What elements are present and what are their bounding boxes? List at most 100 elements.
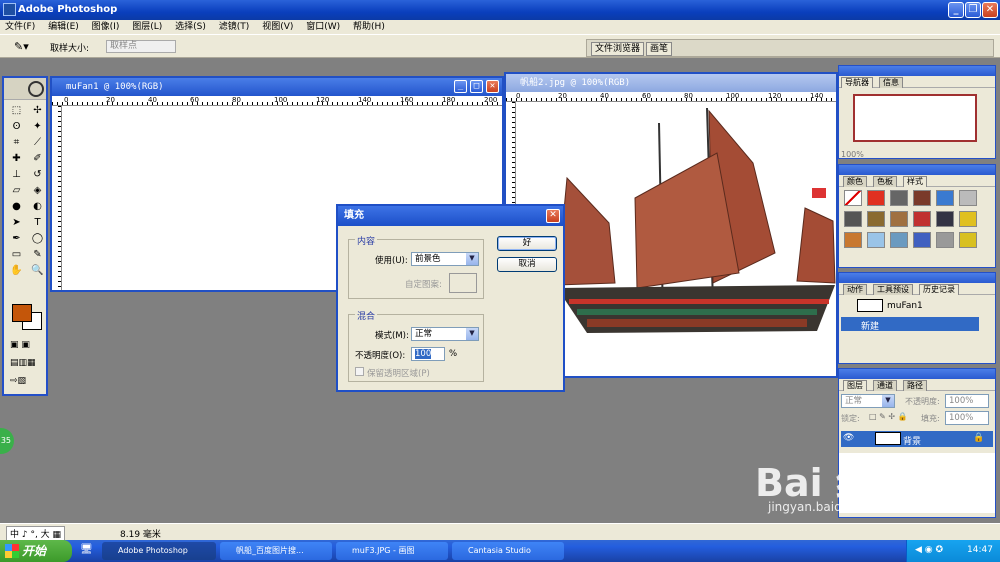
mode-select[interactable]: 正常 ▼ bbox=[411, 327, 479, 341]
menu-help[interactable]: 帮助(H) bbox=[348, 20, 390, 34]
sample-size-select[interactable]: 取样点 bbox=[106, 40, 176, 53]
menu-view[interactable]: 视图(V) bbox=[257, 20, 298, 34]
tab-tool-presets[interactable]: 工具预设 bbox=[873, 284, 913, 295]
task-paint[interactable]: muF3.JPG - 画图 bbox=[336, 542, 448, 560]
custom-pattern-picker[interactable] bbox=[449, 273, 477, 293]
tab-file-browser[interactable]: 文件浏览器 bbox=[591, 42, 645, 56]
blur-icon[interactable]: ● bbox=[7, 199, 26, 214]
start-button[interactable]: 开始 bbox=[0, 540, 72, 562]
brush-icon[interactable]: ✐ bbox=[28, 151, 47, 166]
style-swatch[interactable] bbox=[959, 211, 977, 227]
ok-button[interactable]: 好 bbox=[497, 236, 557, 251]
bucket-icon[interactable]: ◈ bbox=[28, 183, 47, 198]
task-camtasia[interactable]: Cantasia Studio bbox=[452, 542, 564, 560]
tab-swatches[interactable]: 色板 bbox=[873, 176, 897, 187]
shape-icon[interactable]: ◯ bbox=[28, 231, 47, 246]
eyedropper-icon[interactable]: ✎▾ bbox=[14, 40, 29, 53]
move-icon[interactable]: ✢ bbox=[28, 103, 47, 118]
task-photoshop[interactable]: Adobe Photoshop bbox=[102, 542, 216, 560]
style-swatch[interactable] bbox=[936, 190, 954, 206]
stamp-icon[interactable]: ⊥ bbox=[7, 167, 26, 182]
cancel-button[interactable]: 取消 bbox=[497, 257, 557, 272]
quick-mask-icon[interactable]: ▣ ▣ bbox=[10, 340, 44, 352]
ime-toolbar[interactable]: 中 ♪ °, 大 ▦ bbox=[6, 526, 66, 541]
restore-button[interactable]: ❐ bbox=[965, 2, 981, 18]
layer-blend-select[interactable]: 正常 ▼ bbox=[841, 394, 895, 408]
style-swatch[interactable] bbox=[844, 211, 862, 227]
type-icon[interactable]: T bbox=[28, 215, 47, 230]
clock[interactable]: 14:47 bbox=[967, 545, 993, 555]
hand-icon[interactable]: ✋ bbox=[7, 263, 26, 278]
tray-icons[interactable]: ◀ ◉ ✪ bbox=[915, 545, 943, 555]
slice-icon[interactable]: ⟋ bbox=[28, 135, 47, 150]
doc-minimize-button[interactable]: _ bbox=[454, 80, 467, 93]
style-swatch[interactable] bbox=[913, 211, 931, 227]
minimize-button[interactable]: _ bbox=[948, 2, 964, 18]
style-swatch[interactable] bbox=[867, 232, 885, 248]
doc-maximize-button[interactable]: □ bbox=[470, 80, 483, 93]
menu-select[interactable]: 选择(S) bbox=[170, 20, 211, 34]
tab-history[interactable]: 历史记录 bbox=[919, 284, 959, 295]
menu-filter[interactable]: 滤镜(T) bbox=[214, 20, 255, 34]
menu-layer[interactable]: 图层(L) bbox=[127, 20, 167, 34]
history-snapshot[interactable]: muFan1 bbox=[841, 299, 993, 313]
photoshop-app-icon[interactable] bbox=[3, 3, 16, 16]
style-swatch[interactable] bbox=[936, 232, 954, 248]
style-swatch[interactable] bbox=[844, 190, 862, 206]
eyedropper-tool-icon[interactable]: ✎ bbox=[28, 247, 47, 262]
style-swatch[interactable] bbox=[959, 190, 977, 206]
dodge-icon[interactable]: ◐ bbox=[28, 199, 47, 214]
marquee-icon[interactable]: ⬚ bbox=[7, 103, 26, 118]
tab-navigator[interactable]: 导航器 bbox=[841, 77, 873, 88]
opacity-input[interactable]: 100 bbox=[411, 347, 445, 361]
history-state-new[interactable]: 新建 bbox=[841, 317, 979, 332]
preserve-transparency-checkbox[interactable] bbox=[355, 367, 364, 376]
dialog-close-button[interactable]: ✕ bbox=[546, 209, 560, 223]
eye-icon[interactable]: 👁 bbox=[843, 433, 854, 443]
menu-file[interactable]: 文件(F) bbox=[0, 20, 40, 34]
foreground-color-swatch[interactable] bbox=[12, 304, 32, 322]
eraser-icon[interactable]: ▱ bbox=[7, 183, 26, 198]
task-browser[interactable]: 帆船_百度图片搜... bbox=[220, 542, 332, 560]
lock-icons[interactable]: □ ✎ ✢ 🔒 bbox=[869, 412, 908, 421]
style-swatch[interactable] bbox=[890, 190, 908, 206]
screen-mode-icon[interactable]: ▤▥▦ bbox=[10, 358, 44, 370]
menu-image[interactable]: 图像(I) bbox=[87, 20, 125, 34]
menu-window[interactable]: 窗口(W) bbox=[301, 20, 345, 34]
tab-info[interactable]: 信息 bbox=[879, 77, 903, 88]
style-swatch[interactable] bbox=[844, 232, 862, 248]
lasso-icon[interactable]: ʘ bbox=[7, 119, 26, 134]
crop-icon[interactable]: ⌗ bbox=[7, 135, 26, 150]
tab-channels[interactable]: 通道 bbox=[873, 380, 897, 391]
notes-icon[interactable]: ▭ bbox=[7, 247, 26, 262]
adobe-eye-icon[interactable] bbox=[28, 81, 44, 97]
tab-paths[interactable]: 路径 bbox=[903, 380, 927, 391]
style-swatch[interactable] bbox=[890, 211, 908, 227]
tab-styles[interactable]: 样式 bbox=[903, 176, 927, 187]
zoom-icon[interactable]: 🔍 bbox=[28, 263, 47, 278]
style-swatch[interactable] bbox=[913, 190, 931, 206]
path-select-icon[interactable]: ➤ bbox=[7, 215, 26, 230]
layer-row-background[interactable]: 👁 背景 🔒 bbox=[841, 431, 993, 447]
desktop-quick-launch-icon[interactable]: 🖥 bbox=[80, 544, 93, 555]
magic-wand-icon[interactable]: ✦ bbox=[28, 119, 47, 134]
pen-icon[interactable]: ✒ bbox=[7, 231, 26, 246]
style-swatch[interactable] bbox=[936, 211, 954, 227]
layer-fill-input[interactable]: 100% bbox=[945, 411, 989, 425]
layer-opacity-input[interactable]: 100% bbox=[945, 394, 989, 408]
style-swatch[interactable] bbox=[913, 232, 931, 248]
style-swatch[interactable] bbox=[890, 232, 908, 248]
tab-layers[interactable]: 图层 bbox=[843, 380, 867, 391]
tab-brushes[interactable]: 画笔 bbox=[646, 42, 673, 56]
style-swatch[interactable] bbox=[959, 232, 977, 248]
healing-icon[interactable]: ✚ bbox=[7, 151, 26, 166]
close-button[interactable]: ✕ bbox=[982, 2, 998, 18]
imageready-icon[interactable]: ⇨▧ bbox=[10, 376, 44, 388]
style-swatch[interactable] bbox=[867, 211, 885, 227]
tab-color[interactable]: 颜色 bbox=[843, 176, 867, 187]
tab-actions[interactable]: 动作 bbox=[843, 284, 867, 295]
menu-edit[interactable]: 编辑(E) bbox=[43, 20, 84, 34]
navigator-preview[interactable] bbox=[853, 94, 977, 142]
doc-close-button[interactable]: ✕ bbox=[486, 80, 499, 93]
style-swatch[interactable] bbox=[867, 190, 885, 206]
